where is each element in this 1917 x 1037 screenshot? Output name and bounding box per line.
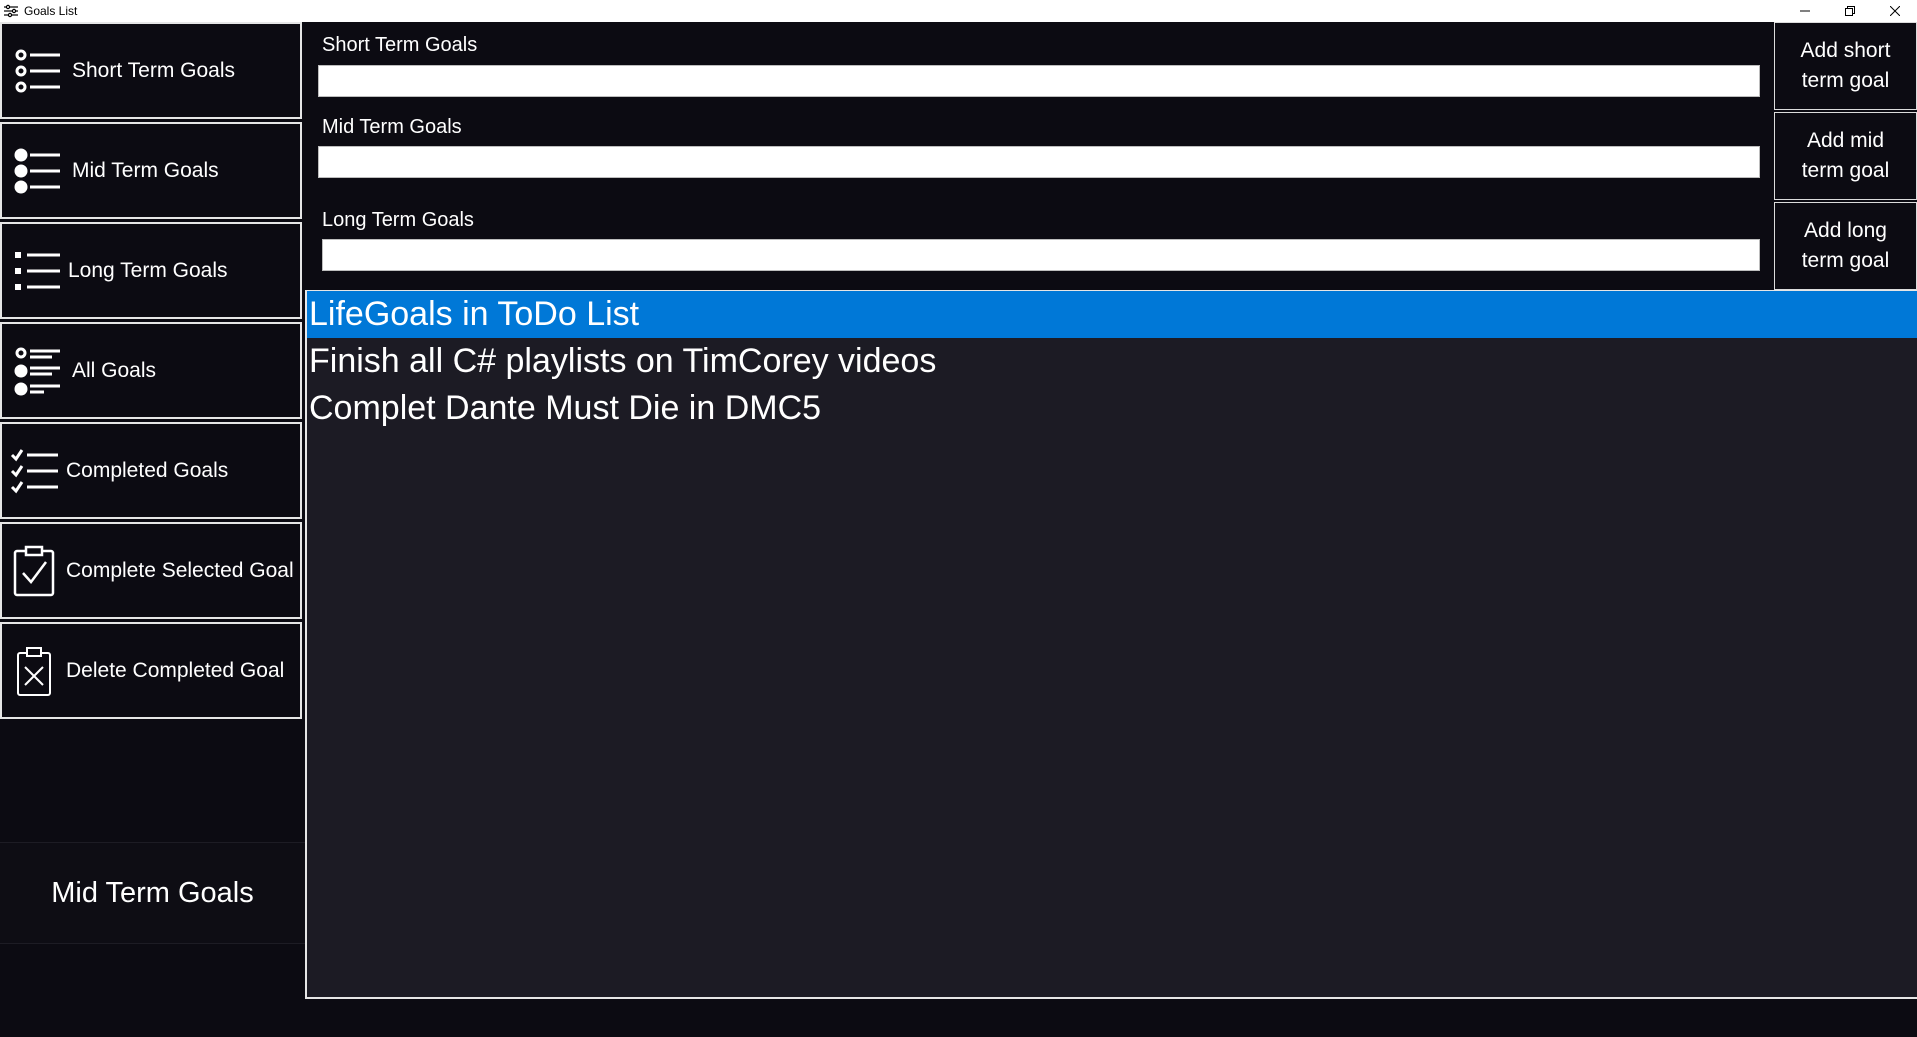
sidebar-item-all-goals[interactable]: All Goals (0, 322, 302, 419)
close-icon (1889, 6, 1900, 16)
title-bar: Goals List (0, 0, 1917, 22)
sidebar-item-long-term-goals[interactable]: Long Term Goals (0, 222, 302, 319)
list-item[interactable]: Finish all C# playlists on TimCorey vide… (307, 338, 1917, 385)
clipboard-check-icon (13, 545, 55, 596)
bottom-strip (305, 999, 1917, 1037)
window-title: Goals List (24, 4, 78, 18)
bulleted-list-icon (15, 251, 60, 290)
long-term-goal-label: Long Term Goals (322, 209, 474, 231)
restore-button[interactable] (1827, 0, 1872, 22)
mid-term-goal-label: Mid Term Goals (322, 116, 462, 138)
sidebar-item-completed-goals[interactable]: Completed Goals (0, 422, 302, 519)
minimize-button[interactable] (1782, 0, 1827, 22)
goals-list[interactable]: LifeGoals in ToDo List Finish all C# pla… (305, 290, 1917, 999)
add-mid-term-goal-button[interactable]: Add mid term goal (1774, 112, 1917, 200)
list-filled-bullets-icon (14, 148, 60, 193)
sidebar-item-mid-term-goals[interactable]: Mid Term Goals (0, 122, 302, 219)
close-button[interactable] (1872, 0, 1917, 22)
list-item[interactable]: Complet Dante Must Die in DMC5 (307, 385, 1917, 432)
short-term-goal-label: Short Term Goals (322, 34, 478, 56)
restore-icon (1844, 6, 1855, 16)
list-item[interactable]: LifeGoals in ToDo List (307, 291, 1917, 338)
sidebar-item-short-term-goals[interactable]: Short Term Goals (0, 22, 302, 119)
sidebar-item-label: Long Term Goals (68, 258, 228, 282)
add-buttons-column: Add short term goal Add mid term goal Ad… (1774, 22, 1917, 290)
checklist-icon (10, 448, 58, 493)
clipboard-x-icon (17, 646, 51, 696)
sidebar-item-label: Mid Term Goals (72, 158, 219, 182)
sidebar-item-delete-completed-goal[interactable]: Delete Completed Goal (0, 622, 302, 719)
sidebar-item-label: Delete Completed Goal (66, 658, 285, 682)
settings-sliders-icon (4, 4, 18, 18)
minimize-icon (1799, 10, 1810, 12)
add-short-term-goal-button[interactable]: Add short term goal (1774, 22, 1917, 110)
goal-input-panel: Short Term Goals Mid Term Goals Long Ter… (305, 22, 1773, 290)
sidebar-item-label: Short Term Goals (72, 58, 236, 82)
sidebar: Short Term Goals Mid Term Goals Long Ter… (0, 22, 305, 1037)
short-term-goal-input[interactable] (318, 65, 1760, 97)
mixed-bullet-list-icon (14, 347, 60, 395)
sidebar-item-complete-selected-goal[interactable]: Complete Selected Goal (0, 522, 302, 619)
list-hollow-bullets-icon (15, 49, 60, 92)
add-long-term-goal-button[interactable]: Add long term goal (1774, 202, 1917, 290)
sidebar-item-label: Completed Goals (66, 458, 229, 482)
long-term-goal-input[interactable] (322, 239, 1760, 271)
mid-term-goal-input[interactable] (318, 146, 1760, 178)
current-view-label: Mid Term Goals (0, 842, 305, 944)
sidebar-item-label: All Goals (72, 358, 157, 382)
sidebar-item-label: Complete Selected Goal (66, 558, 294, 582)
